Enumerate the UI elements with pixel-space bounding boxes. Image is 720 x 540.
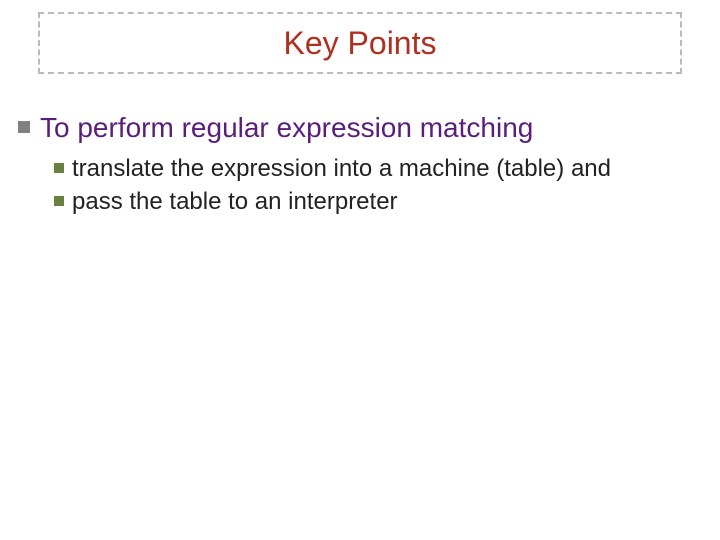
bullet-text: To perform regular expression matching — [40, 110, 533, 145]
title-box: Key Points — [38, 12, 682, 74]
bullet-text: pass the table to an interpreter — [72, 186, 398, 217]
slide: Key Points To perform regular expression… — [0, 0, 720, 540]
list-item: pass the table to an interpreter — [54, 186, 702, 217]
square-bullet-icon — [18, 121, 30, 133]
square-bullet-icon — [54, 163, 64, 173]
bullet-text: translate the expression into a machine … — [72, 153, 611, 184]
list-item: translate the expression into a machine … — [54, 153, 702, 184]
sub-list: translate the expression into a machine … — [54, 153, 702, 217]
slide-body: To perform regular expression matching t… — [18, 110, 702, 217]
slide-title: Key Points — [284, 25, 437, 62]
list-item: To perform regular expression matching — [18, 110, 702, 145]
square-bullet-icon — [54, 196, 64, 206]
